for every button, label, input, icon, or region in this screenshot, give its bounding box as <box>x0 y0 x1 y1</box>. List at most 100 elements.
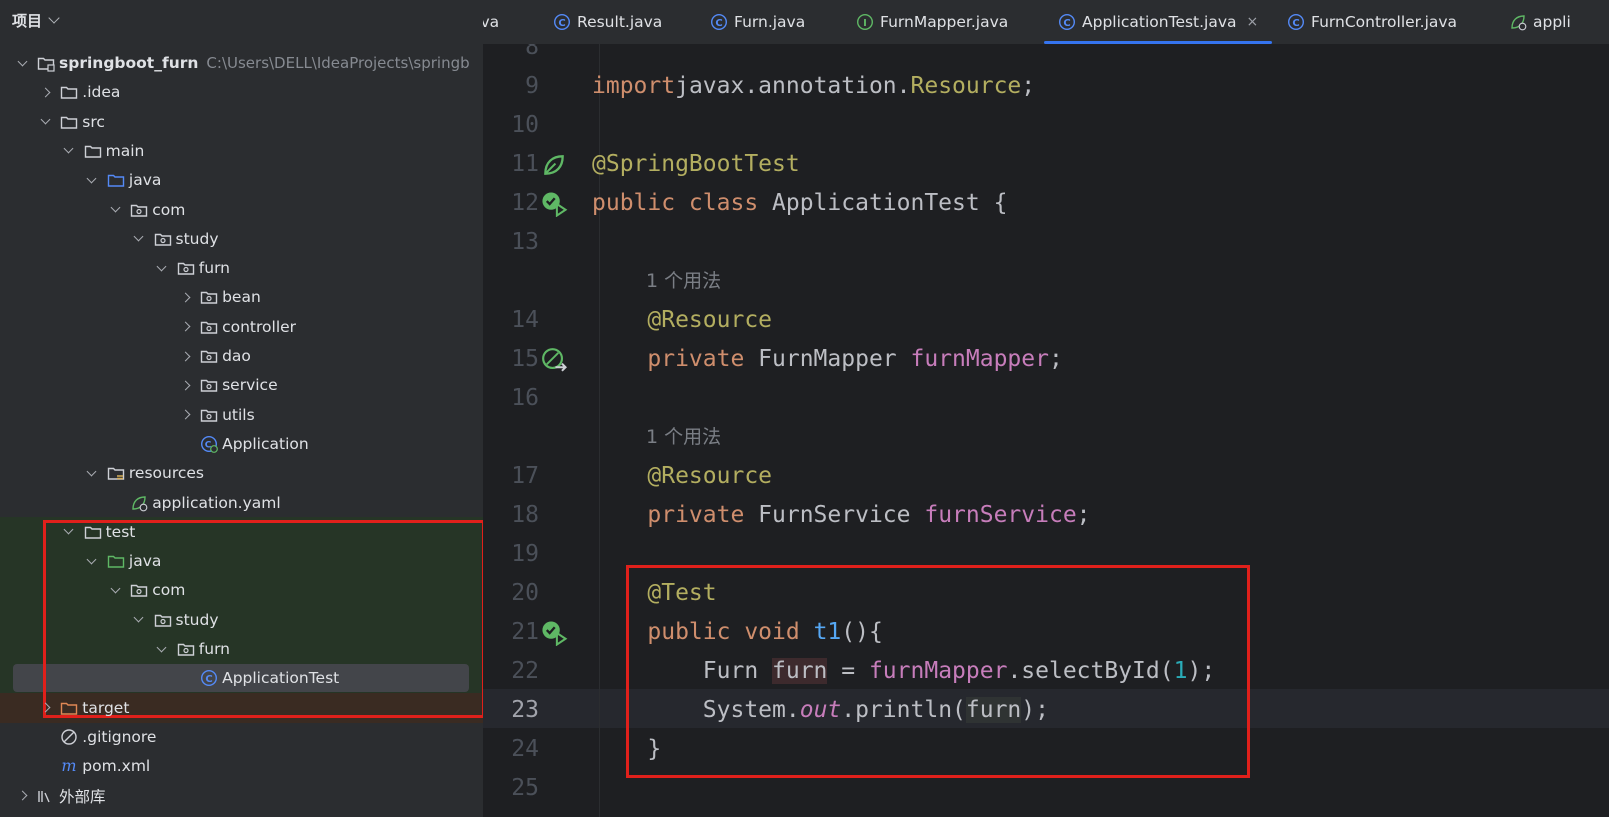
tree-item-com[interactable]: com <box>0 195 483 225</box>
code-line: 17 @Resource <box>483 457 1609 496</box>
line-number: 25 <box>511 775 539 801</box>
chevron-down-icon[interactable] <box>155 634 169 664</box>
tree-item-label: test <box>105 522 136 541</box>
tree-item-java[interactable]: java <box>0 165 483 195</box>
tab-applicationtest-java[interactable]: C ApplicationTest.java × <box>1043 0 1273 44</box>
code-token: furn <box>772 658 828 684</box>
tree-item-target[interactable]: target <box>0 692 483 723</box>
code-token: t1 <box>813 619 842 645</box>
run-test-icon[interactable] <box>540 191 568 218</box>
package-icon <box>130 201 148 219</box>
chevron-right-icon[interactable] <box>38 693 52 723</box>
editor-tab-bar: ava C Result.java C Furn.java I FurnMapper.jav… <box>483 0 1609 45</box>
usages-inlay-hint[interactable]: 1 个用法 <box>646 418 721 457</box>
tree-item-furn[interactable]: furn <box>0 634 483 664</box>
tree-item-label: com <box>152 581 186 600</box>
tree-item-study[interactable]: study <box>0 604 483 635</box>
run-test-icon[interactable] <box>540 620 568 647</box>
chevron-down-icon[interactable] <box>132 224 146 254</box>
chevron-right-icon[interactable] <box>38 77 52 107</box>
tree-item-study[interactable]: study <box>0 224 483 254</box>
code-text: @Resource <box>592 457 772 496</box>
chevron-right-icon[interactable] <box>178 400 192 430</box>
tab-appli[interactable]: appli <box>1509 0 1571 44</box>
project-panel: 项目 springboot_furn C:\Users\DELL\IdeaProj… <box>0 0 483 817</box>
package-icon <box>200 318 218 336</box>
line-number: 13 <box>511 229 539 255</box>
code-editor[interactable]: 8 9 importjavax.annotation.Resource; 10 11 @S… <box>483 44 1609 817</box>
tree-item-java[interactable]: java <box>0 546 483 577</box>
chevron-down-icon[interactable] <box>38 107 52 137</box>
tree-item-src[interactable]: src <box>0 107 483 137</box>
chevron-down-icon[interactable] <box>108 575 122 605</box>
folder-icon <box>60 113 78 131</box>
tree-item-controller[interactable]: controller <box>0 312 483 342</box>
tab-furn-java[interactable]: C Furn.java <box>710 0 805 44</box>
chevron-right-icon[interactable] <box>178 282 192 312</box>
tree-item-label: furn <box>198 259 231 278</box>
tree-item-resources[interactable]: resources <box>0 458 483 488</box>
chevron-right-icon[interactable] <box>178 312 192 342</box>
tab-ava[interactable]: ava <box>483 0 499 44</box>
tree-item-dao[interactable]: dao <box>0 341 483 371</box>
tree-item-applicationtest[interactable]: C ApplicationTest <box>0 663 483 694</box>
close-tab-icon[interactable]: × <box>1247 14 1259 30</box>
chevron-right-icon[interactable] <box>178 341 192 371</box>
code-text: public class ApplicationTest { <box>592 184 1007 223</box>
project-view-selector[interactable]: 项目 <box>12 9 60 31</box>
chevron-down-icon[interactable] <box>62 517 76 547</box>
tab-furnmapper-java[interactable]: I FurnMapper.java <box>856 0 1008 44</box>
chevron-down-icon[interactable] <box>85 165 99 195</box>
tree-item-application[interactable]: C Application <box>0 429 483 459</box>
project-path: C:\Users\DELL\IdeaProjects\springb <box>206 54 470 72</box>
chevron-down-icon[interactable] <box>85 546 99 576</box>
tree-item--idea[interactable]: .idea <box>0 77 483 107</box>
chevron-right-icon[interactable] <box>15 781 29 811</box>
tree-item-com[interactable]: com <box>0 575 483 606</box>
chevron-down-icon[interactable] <box>15 48 29 78</box>
code-text: public void t1(){ <box>592 613 883 652</box>
code-text: Furn furn = furnMapper.selectById(1); <box>592 652 1215 691</box>
tab-result-java[interactable]: C Result.java <box>553 0 662 44</box>
code-text: private FurnService furnService; <box>592 496 1090 535</box>
autowired-icon[interactable] <box>540 347 568 373</box>
tree-item--gitignore[interactable]: .gitignore <box>0 722 483 752</box>
chevron-down-icon[interactable] <box>132 605 146 635</box>
spring-bean-icon[interactable] <box>540 152 568 178</box>
source-folder-icon <box>107 171 125 189</box>
code-line: 16 <box>483 379 1609 418</box>
code-token: (){ <box>841 619 883 645</box>
chevron-down-icon[interactable] <box>108 195 122 225</box>
chevron-right-icon[interactable] <box>178 370 192 400</box>
tab-label: FurnController.java <box>1311 13 1458 31</box>
tree-item-test[interactable]: test <box>0 516 483 547</box>
usages-inlay-hint[interactable]: 1 个用法 <box>646 262 721 301</box>
chevron-down-icon[interactable] <box>155 253 169 283</box>
tree-item-furn[interactable]: furn <box>0 253 483 283</box>
tree-item-bean[interactable]: bean <box>0 282 483 312</box>
tree-item-springboot-furn[interactable]: springboot_furn C:\Users\DELL\IdeaProject… <box>0 48 483 78</box>
tree-item-外部库[interactable]: 外部库 <box>0 781 483 811</box>
chevron-down-icon[interactable] <box>62 136 76 166</box>
tree-item-pom-xml[interactable]: m pom.xml <box>0 751 483 781</box>
svg-text:m: m <box>62 757 77 775</box>
tree-item-service[interactable]: service <box>0 370 483 400</box>
tree-item-main[interactable]: main <box>0 136 483 166</box>
spring-config-icon <box>1509 13 1527 31</box>
tree-item-application-yaml[interactable]: application.yaml <box>0 488 483 518</box>
spring-config-icon <box>130 494 148 512</box>
code-token: javax.annotation. <box>675 73 911 99</box>
code-line: 12 public class ApplicationTest { <box>483 184 1609 223</box>
tree-item-label: .gitignore <box>82 727 157 746</box>
line-number: 10 <box>511 112 539 138</box>
chevron-down-icon[interactable] <box>85 458 99 488</box>
tree-item-label: furn <box>198 640 231 658</box>
class-icon: C <box>200 669 218 687</box>
tab-furncontroller-java[interactable]: C FurnController.java <box>1287 0 1457 44</box>
tree-item-utils[interactable]: utils <box>0 400 483 430</box>
maven-icon: m <box>60 757 78 775</box>
